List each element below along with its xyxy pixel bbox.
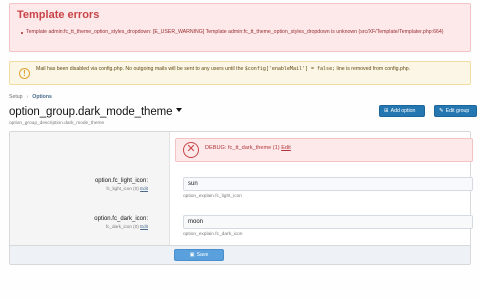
- edit-group-label: Edit group: [445, 108, 470, 114]
- mail-warning-text-after: line is removed from config.php.: [335, 66, 411, 72]
- dark-icon-explain: option_explain.fc_dark_icon: [183, 232, 243, 237]
- template-error-item: Template admin:fc_tt_theme_option_styles…: [21, 29, 463, 36]
- breadcrumb: Setup › Options: [9, 93, 471, 101]
- breadcrumb-item-setup[interactable]: Setup: [9, 94, 23, 100]
- save-icon: ▣: [189, 252, 195, 258]
- chevron-down-icon[interactable]: [176, 107, 183, 112]
- exclamation-icon: !: [19, 68, 30, 79]
- form-submit-row: ▣ Save: [10, 245, 470, 264]
- edit-group-button[interactable]: ✎ Edit group: [434, 105, 477, 117]
- light-icon-sub-text: fc_light_icon (0): [106, 186, 139, 191]
- title-row: option_group.dark_mode_theme ⊞ Add option…: [9, 102, 477, 119]
- mail-warning-code: $config['enableMail'] = false;: [244, 66, 336, 72]
- light-icon-sublabel: fc_light_icon (0) Edit: [106, 186, 148, 191]
- dark-icon-sub-text: fc_dark_icon (0): [105, 224, 139, 229]
- dark-icon-edit-link[interactable]: Edit: [140, 224, 148, 229]
- options-form: ✕ DEBUG: fc_tt_dark_theme (1) Edit optio…: [9, 131, 473, 265]
- template-errors-box: Template errors Template admin:fc_tt_the…: [9, 3, 471, 52]
- mail-disabled-warning: ! Mail has been disabled via config.php.…: [9, 61, 471, 85]
- debug-box: ✕ DEBUG: fc_tt_dark_theme (1) Edit: [175, 138, 473, 162]
- page-description: option_group_description.dark_mode_theme: [9, 121, 105, 126]
- dark-icon-input[interactable]: moon: [183, 215, 473, 229]
- save-button[interactable]: ▣ Save: [174, 249, 224, 261]
- light-icon-input[interactable]: sun: [183, 177, 473, 191]
- light-icon-explain: option_explain.fc_light_icon: [183, 194, 242, 199]
- mail-warning-text-before: Mail has been disabled via config.php. N…: [36, 66, 245, 72]
- dark-icon-sublabel: fc_dark_icon (0) Edit: [106, 224, 148, 229]
- close-circle-icon: ✕: [183, 142, 199, 158]
- page-title: option_group.dark_mode_theme: [9, 106, 173, 118]
- mail-warning-text: Mail has been disabled via config.php. N…: [36, 66, 462, 73]
- add-option-button[interactable]: ⊞ Add option: [379, 105, 425, 117]
- breadcrumb-separator: ›: [26, 94, 29, 100]
- save-button-label: Save: [196, 252, 209, 258]
- light-icon-label: option.fc_light_icon:: [94, 178, 148, 184]
- debug-label: DEBUG: fc_tt_dark_theme (1): [205, 145, 280, 151]
- plus-square-icon: ⊞: [384, 108, 389, 114]
- debug-edit-link[interactable]: Edit: [281, 145, 291, 151]
- dark-icon-label: option.fc_dark_icon:: [94, 216, 148, 222]
- edit-icon: ✎: [439, 108, 444, 114]
- debug-text: DEBUG: fc_tt_dark_theme (1) Edit: [205, 145, 291, 152]
- breadcrumb-item-options[interactable]: Options: [32, 94, 52, 100]
- light-icon-edit-link[interactable]: Edit: [140, 186, 148, 191]
- template-errors-list: Template admin:fc_tt_theme_option_styles…: [17, 29, 463, 36]
- template-errors-title: Template errors: [17, 9, 100, 21]
- page: Template errors Template admin:fc_tt_the…: [0, 0, 480, 300]
- add-option-label: Add option: [390, 108, 416, 114]
